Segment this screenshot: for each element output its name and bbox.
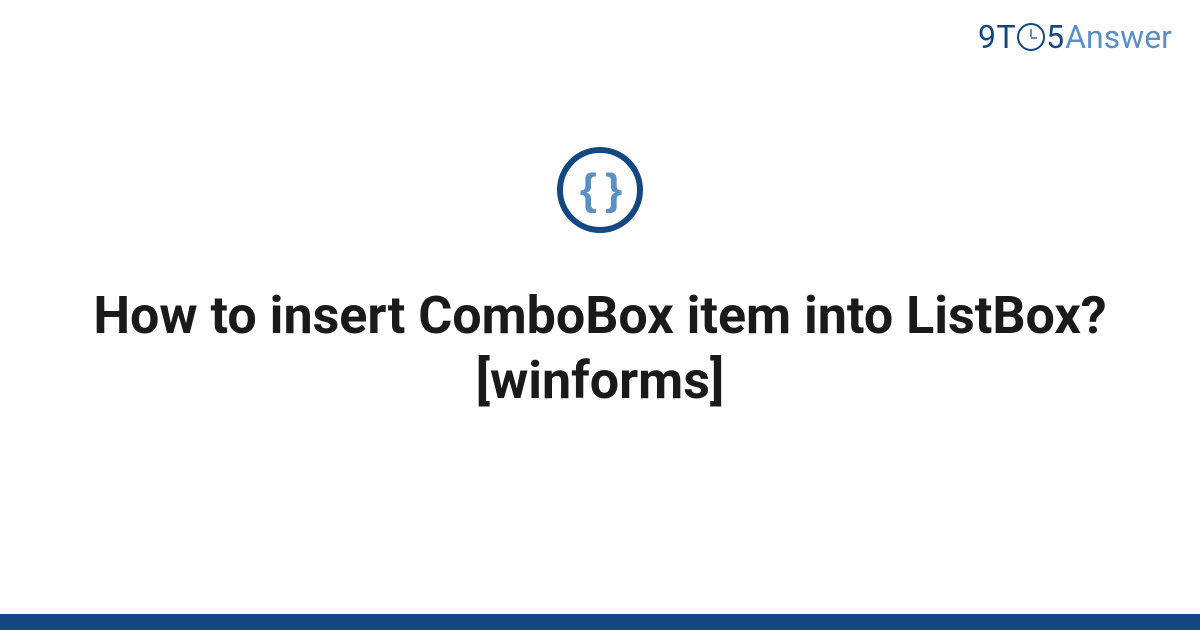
- footer-accent-bar: [0, 614, 1200, 630]
- category-icon-circle: { }: [557, 147, 643, 233]
- code-braces-icon: { }: [580, 168, 620, 212]
- main-content: { } How to insert ComboBox item into Lis…: [0, 0, 1200, 630]
- question-title: How to insert ComboBox item into ListBox…: [50, 283, 1150, 413]
